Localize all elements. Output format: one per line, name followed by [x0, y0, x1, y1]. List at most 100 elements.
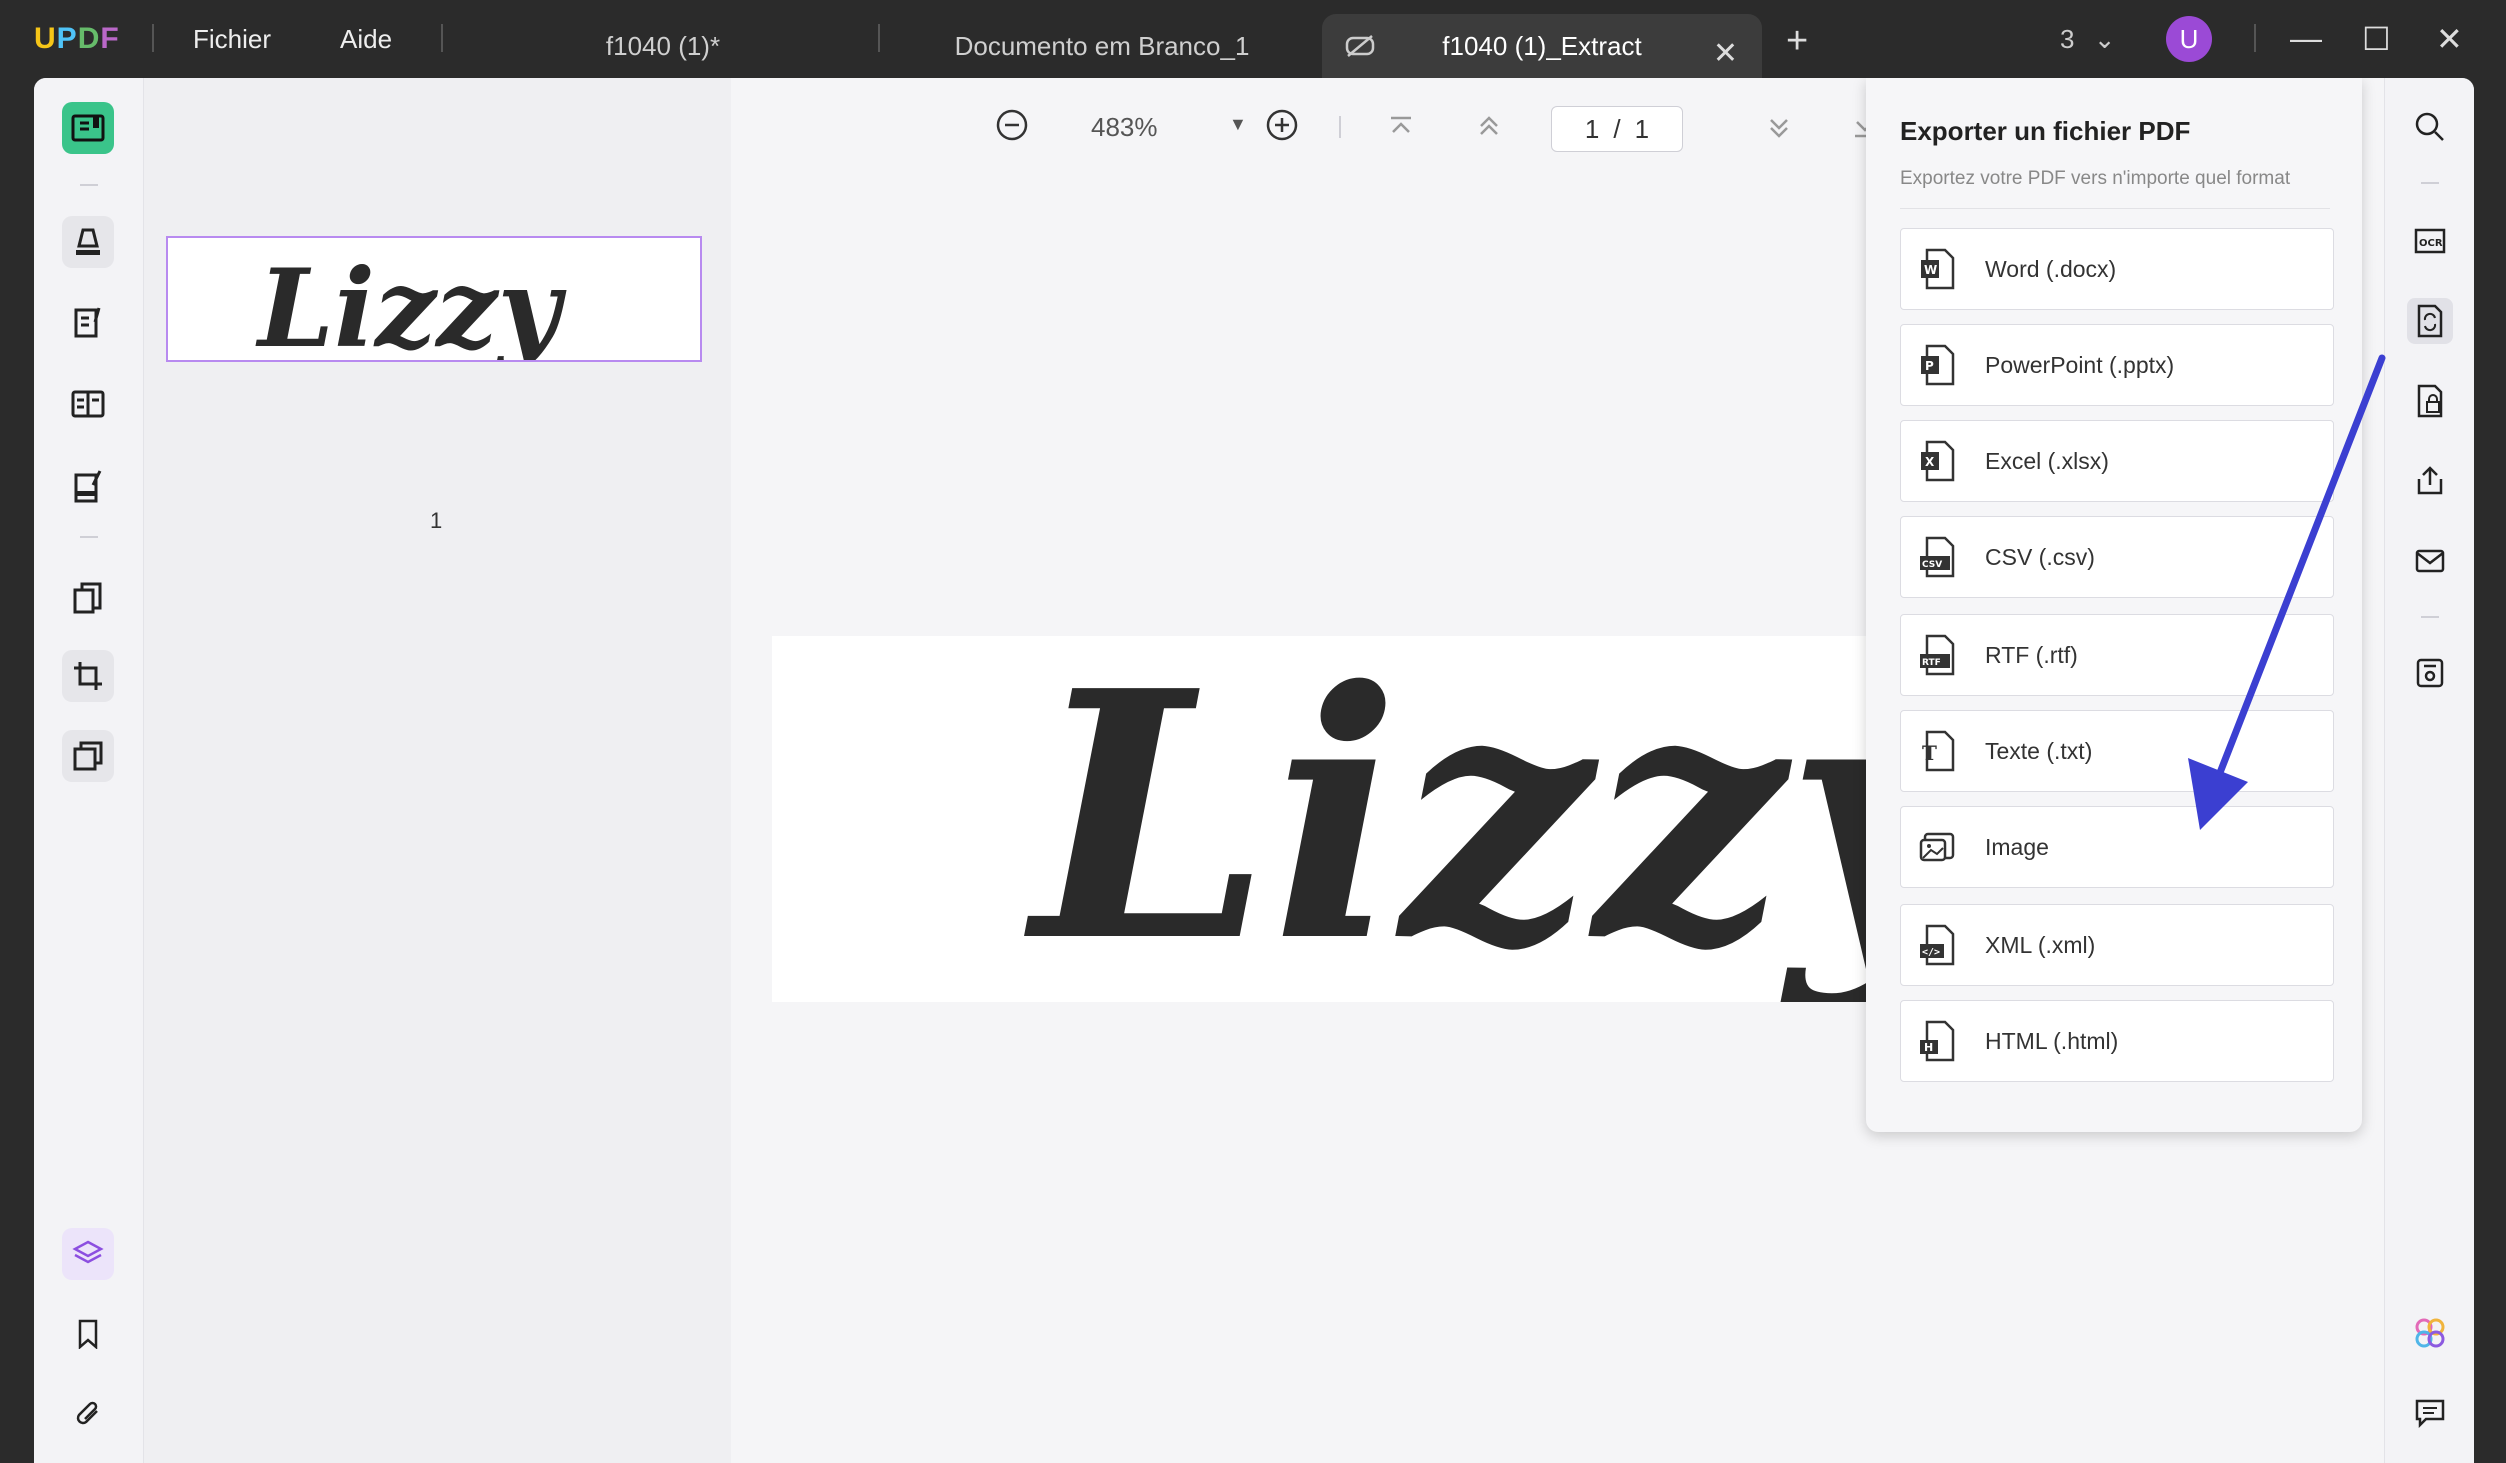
zoom-out-button[interactable]: [995, 108, 1029, 149]
export-text-button[interactable]: T Texte (.txt): [1900, 710, 2334, 792]
page-thumbnail[interactable]: Lizzy: [166, 236, 702, 362]
export-rtf-button[interactable]: RTF RTF (.rtf): [1900, 614, 2334, 696]
thumbnail-page-number: 1: [430, 508, 443, 533]
close-window-icon[interactable]: ✕: [2436, 20, 2463, 58]
previous-page-button[interactable]: [1475, 114, 1503, 145]
tab-label: Documento em Branco_1: [954, 30, 1250, 61]
crop-icon: [74, 662, 102, 690]
ocr-button[interactable]: OCR: [2407, 218, 2453, 264]
bookmark-icon: [78, 1319, 98, 1349]
export-pdf-panel: Exporter un fichier PDF Exportez votre P…: [1866, 78, 2362, 1132]
logo-letter: P: [56, 22, 78, 55]
format-label: HTML (.html): [1985, 1027, 2119, 1054]
layers-icon: [72, 1240, 104, 1264]
menu-fichier[interactable]: Fichier: [193, 24, 271, 55]
ai-assistant-icon: [2415, 1318, 2445, 1348]
export-panel-subtitle: Exportez votre PDF vers n'importe quel f…: [1900, 168, 2291, 189]
double-chevron-up-icon: [1480, 116, 1498, 135]
menu-aide[interactable]: Aide: [340, 24, 392, 55]
export-pdf-button[interactable]: [2407, 298, 2453, 344]
format-label: RTF (.rtf): [1985, 641, 2078, 668]
export-csv-button[interactable]: CSV CSV (.csv): [1900, 516, 2334, 598]
format-label: PowerPoint (.pptx): [1985, 351, 2175, 378]
form-tool-button[interactable]: [62, 378, 114, 430]
current-page: 1: [1584, 113, 1600, 144]
logo-letter: U: [34, 22, 57, 55]
menu-divider: [152, 24, 154, 52]
share-icon: [2417, 466, 2443, 495]
tab-label: f1040 (1)*: [605, 30, 721, 61]
search-button[interactable]: [2407, 104, 2453, 150]
lock-document-icon: [2417, 384, 2443, 418]
window-count[interactable]: 3 ⌄: [2060, 24, 2116, 55]
crop-pages-button[interactable]: [62, 650, 114, 702]
export-html-button[interactable]: H HTML (.html): [1900, 1000, 2334, 1082]
close-tab-icon[interactable]: ✕: [1713, 36, 1738, 71]
rail-divider: [2421, 616, 2439, 618]
double-chevron-down-icon: [1770, 119, 1788, 138]
format-label: XML (.xml): [1985, 931, 2096, 958]
page-number-input[interactable]: 1 / 1: [1551, 106, 1683, 152]
email-button[interactable]: [2407, 538, 2453, 584]
tab-f1040-extract[interactable]: f1040 (1)_Extract ✕: [1322, 14, 1762, 78]
maximize-icon[interactable]: ☐: [2362, 20, 2391, 58]
pdf-page[interactable]: Lizzy: [772, 636, 1872, 1002]
comment-tool-button[interactable]: [62, 216, 114, 268]
bookmark-button[interactable]: [62, 1308, 114, 1360]
zoom-level[interactable]: 483%: [1091, 112, 1158, 143]
tab-documento-em-branco[interactable]: Documento em Branco_1: [900, 14, 1304, 78]
svg-text:X: X: [1925, 455, 1935, 469]
svg-text:RTF: RTF: [1922, 658, 1941, 668]
logo-letter: F: [100, 22, 120, 55]
save-button[interactable]: [2407, 650, 2453, 696]
updf-logo: UPDF: [34, 22, 120, 56]
share-button[interactable]: [2407, 458, 2453, 504]
export-excel-button[interactable]: X Excel (.xlsx): [1900, 420, 2334, 502]
organize-pages-button[interactable]: [62, 572, 114, 624]
edit-tool-button[interactable]: [62, 296, 114, 348]
ai-assistant-button[interactable]: [2407, 1310, 2453, 1356]
highlighter-icon: [76, 228, 100, 255]
comments-button[interactable]: [2407, 1390, 2453, 1436]
protect-button[interactable]: [2407, 378, 2453, 424]
total-pages: 1: [1634, 113, 1650, 144]
logo-letter: D: [77, 22, 101, 55]
left-toolbar: [34, 78, 144, 1463]
new-tab-icon[interactable]: +: [1786, 20, 1808, 63]
zoom-dropdown-icon[interactable]: ▼: [1229, 114, 1247, 135]
panel-divider: [1900, 208, 2330, 209]
pages-icon: [73, 582, 102, 614]
avatar[interactable]: U: [2166, 16, 2212, 62]
reader-mode-button[interactable]: [62, 102, 114, 154]
format-label: Word (.docx): [1985, 255, 2117, 282]
convert-icon: [2417, 304, 2443, 338]
ocr-icon: OCR: [2414, 228, 2446, 254]
zoom-in-button[interactable]: [1265, 108, 1299, 149]
rail-divider: [80, 184, 98, 186]
svg-text:OCR: OCR: [2419, 238, 2443, 249]
signature-image: Lizzy: [1021, 636, 1872, 1002]
next-page-button[interactable]: [1765, 116, 1793, 147]
tab-f1040[interactable]: f1040 (1)*: [530, 14, 796, 78]
book-icon: [71, 114, 105, 142]
export-xml-button[interactable]: </> XML (.xml): [1900, 904, 2334, 986]
export-powerpoint-button[interactable]: P PowerPoint (.pptx): [1900, 324, 2334, 406]
tab-divider: [878, 24, 880, 52]
rail-divider: [2421, 182, 2439, 184]
svg-text:T: T: [1922, 741, 1937, 765]
first-page-button[interactable]: [1387, 114, 1415, 145]
sign-tool-button[interactable]: [62, 460, 114, 512]
layers-button[interactable]: [62, 1228, 114, 1280]
menu-divider: [441, 24, 443, 52]
attachment-button[interactable]: [62, 1388, 114, 1440]
image-icon: [1919, 832, 1955, 862]
more-tools-button[interactable]: [62, 730, 114, 782]
export-word-button[interactable]: W Word (.docx): [1900, 228, 2334, 310]
minimize-icon[interactable]: —: [2290, 20, 2322, 57]
svg-text:Lizzy: Lizzy: [1021, 636, 1872, 1002]
mail-icon: [2415, 549, 2445, 573]
chevron-down-icon: ⌄: [2093, 24, 2116, 54]
edit-off-icon: [1345, 35, 1375, 57]
export-image-button[interactable]: Image: [1900, 806, 2334, 888]
search-icon: [2415, 112, 2444, 141]
